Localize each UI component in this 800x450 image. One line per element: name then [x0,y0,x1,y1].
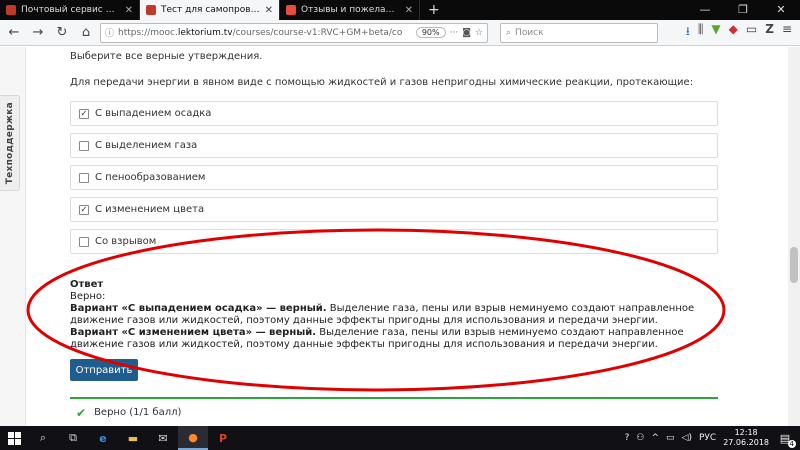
browser-tab[interactable]: Почтовый сервис РХТУ им. Д. И. ✕ [0,0,140,20]
page-content: Техподдержка Выберите все верные утвержд… [0,47,800,426]
close-window-icon[interactable]: ✕ [762,0,800,20]
close-tab-icon[interactable]: ✕ [405,5,413,16]
answer-option[interactable]: ✓ С выпадением осадка [70,101,718,126]
windows-taskbar: ⌕ ⧉ e ▬ ✉ ● P ? ⚇ ^ ▭ ◁) РУС 12:18 27.06… [0,426,800,450]
minimize-icon[interactable]: — [686,0,724,20]
checkbox[interactable] [79,140,89,151]
option-label: С выпадением осадка [95,108,212,119]
language-indicator[interactable]: РУС [699,433,716,443]
bookmark-star-icon[interactable]: ☆ [475,28,483,38]
powerpoint-icon[interactable]: P [208,426,238,450]
problem-question: Для передачи энергии в явном виде с помо… [70,77,694,88]
tab-title: Тест для самопроверки | 2.3. [161,5,260,15]
notification-count: 4 [787,440,796,448]
problem-instruction: Выберите все верные утверждения. [70,51,263,62]
volume-icon[interactable]: ◁) [682,433,692,443]
close-tab-icon[interactable]: ✕ [125,5,133,16]
search-placeholder: Поиск [515,27,544,38]
result-label: Верно (1/1 балл) [94,407,182,418]
menu-icon[interactable]: ≡ [782,22,792,43]
checkbox-checked[interactable]: ✓ [79,108,89,119]
search-taskbar-icon[interactable]: ⌕ [28,426,58,450]
tab-title: Почтовый сервис РХТУ им. Д. И. [21,5,120,15]
checkbox-checked[interactable]: ✓ [79,204,89,215]
window-controls: — ❐ ✕ [686,0,800,20]
search-icon: ⌕ [506,27,512,38]
answer-variant-2: Вариант «С изменением цвета» — верный. В… [70,327,684,350]
tray-arrow-icon[interactable]: ^ [651,433,659,443]
pocket-icon[interactable]: ◙ [462,28,471,38]
extension-red-icon[interactable]: ◆ [729,22,738,43]
maximize-icon[interactable]: ❐ [724,0,762,20]
toolbar-icons: ⭳ ⫼ ▼ ◆ ▭ Z ≡ [686,22,796,43]
checkbox[interactable] [79,236,89,247]
answer-option[interactable]: ✓ С изменением цвета [70,197,718,222]
firefox-icon[interactable]: ● [178,426,208,450]
clock-date: 27.06.2018 [723,438,769,447]
support-tab-label: Техподдержка [4,101,15,185]
search-input[interactable]: ⌕ Поиск [500,22,658,43]
task-view-icon[interactable]: ⧉ [58,426,88,450]
url-bar[interactable]: ⓘ https://mooc.lektorium.tv/courses/cour… [100,22,488,43]
result-status: ✔ Верно (1/1 балл) [70,397,718,426]
extension-icon[interactable]: ▼ [711,22,720,43]
checkbox[interactable] [79,172,89,183]
people-icon[interactable]: ⚇ [636,433,644,443]
notification-icon[interactable]: ▤ 4 [776,429,796,448]
left-panel: Техподдержка [0,47,26,426]
forward-icon[interactable]: → [28,23,48,43]
answer-title: Ответ [70,279,104,290]
scrollbar-thumb[interactable] [790,247,798,283]
answer-status: Верно: [70,291,106,302]
support-tab[interactable]: Техподдержка [0,95,20,191]
option-label: С изменением цвета [95,204,205,215]
new-tab-icon[interactable]: + [420,0,448,20]
favicon-icon [6,5,16,15]
answer-option[interactable]: Со взрывом [70,229,718,254]
answer-explanation: Ответ Верно: Вариант «С выпадением осадк… [70,279,710,351]
info-icon[interactable]: ⓘ [105,26,114,39]
file-explorer-icon[interactable]: ▬ [118,426,148,450]
favicon-icon [146,5,156,15]
browser-tab-active[interactable]: Тест для самопроверки | 2.3. ✕ [140,0,280,20]
option-label: С выделением газа [95,140,198,151]
clock[interactable]: 12:18 27.06.2018 [723,428,769,448]
answer-option[interactable]: С выделением газа [70,133,718,158]
check-icon: ✔ [76,405,87,420]
tab-title: Отзывы и пожелания | Лектор [301,5,400,15]
option-label: Со взрывом [95,236,157,247]
sidebar-icon[interactable]: ▭ [746,22,757,43]
close-tab-icon[interactable]: ✕ [265,5,273,16]
answer-option[interactable]: С пенообразованием [70,165,718,190]
browser-tab-bar: Почтовый сервис РХТУ им. Д. И. ✕ Тест дл… [0,0,800,20]
option-label: С пенообразованием [95,172,206,183]
system-tray: ? ⚇ ^ ▭ ◁) РУС 12:18 27.06.2018 ▤ 4 [625,428,800,448]
page-actions-icon[interactable]: ··· [450,28,459,38]
windows-logo-icon [7,431,21,445]
edge-browser-icon[interactable]: e [88,426,118,450]
zotero-icon[interactable]: Z [765,22,774,43]
zoom-level[interactable]: 90% [415,27,446,38]
network-icon[interactable]: ▭ [666,433,675,443]
download-icon[interactable]: ⭳ [686,22,690,43]
answer-variant-1: Вариант «С выпадением осадка» — верный. … [70,303,695,326]
reload-icon[interactable]: ↻ [52,23,72,43]
browser-nav-bar: ← → ↻ ⌂ ⓘ https://mooc.lektorium.tv/cour… [0,20,800,46]
mail-icon[interactable]: ✉ [148,426,178,450]
start-button[interactable] [0,426,28,450]
library-icon[interactable]: ⫼ [698,22,704,43]
help-icon[interactable]: ? [625,433,630,443]
submit-button[interactable]: Отправить [70,359,138,381]
favicon-icon [286,5,296,15]
url-text: https://mooc.lektorium.tv/courses/course… [118,27,403,38]
home-icon[interactable]: ⌂ [76,23,96,43]
back-icon[interactable]: ← [4,23,24,43]
scrollbar[interactable] [788,47,800,426]
browser-tab[interactable]: Отзывы и пожелания | Лектор ✕ [280,0,420,20]
clock-time: 12:18 [734,428,758,437]
